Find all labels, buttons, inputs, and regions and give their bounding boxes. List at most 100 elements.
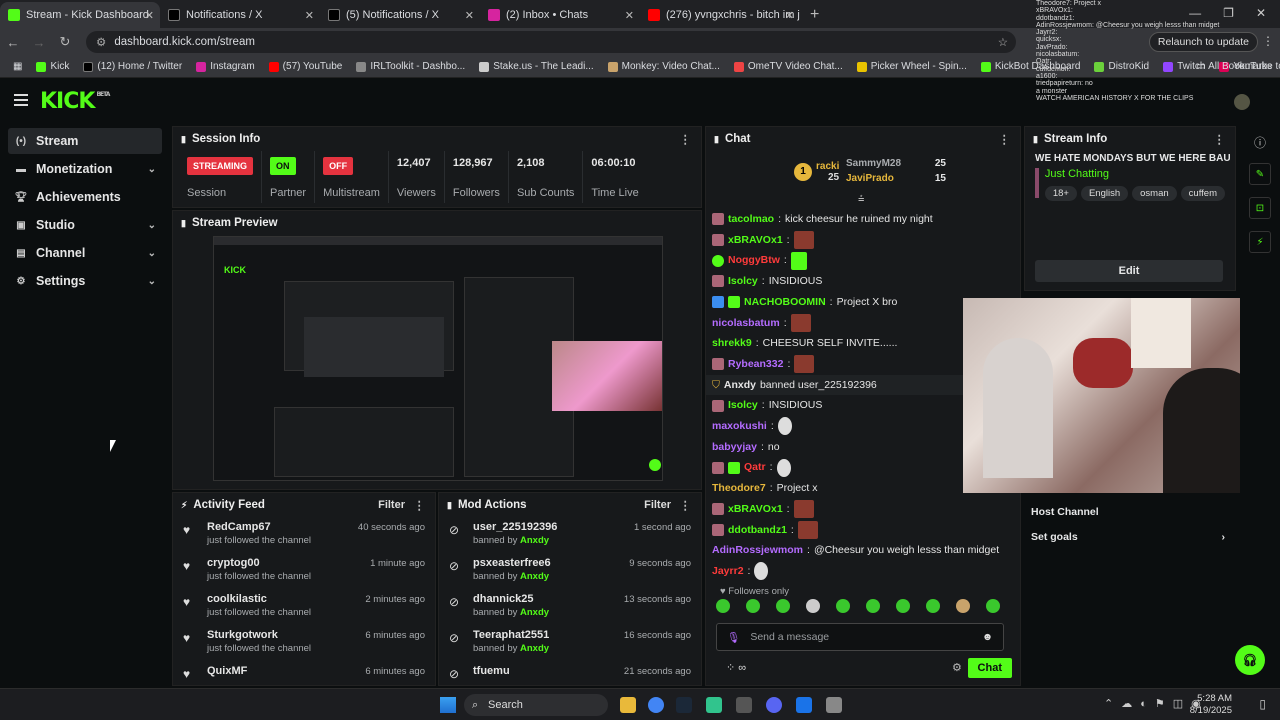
- back-icon[interactable]: ←: [0, 35, 26, 50]
- chat-username[interactable]: Jayrr2: [712, 561, 744, 582]
- stream-preview-video[interactable]: KICK: [213, 236, 663, 481]
- close-tab-icon[interactable]: ✕: [625, 9, 634, 22]
- chat-username[interactable]: AdinRossjewmom: [712, 540, 803, 561]
- leaderboard-top[interactable]: racki 25: [816, 161, 839, 183]
- emote-icon[interactable]: [926, 599, 940, 613]
- close-tab-icon[interactable]: ✕: [785, 9, 794, 22]
- settings-icon[interactable]: [826, 697, 842, 713]
- chat-username[interactable]: Isolcy: [728, 271, 758, 292]
- chat-username[interactable]: NACHOBOOMIN: [744, 292, 826, 313]
- sidebar-item-stream[interactable]: (•) Stream: [8, 128, 162, 154]
- activity-username[interactable]: RedCamp67: [207, 521, 311, 533]
- bookmark-irltoolkit[interactable]: IRLToolkit - Dashbo...: [349, 61, 472, 72]
- tab-youtube[interactable]: (276) yvngxchris - bitch im joe ✕: [640, 2, 800, 28]
- sidebar-item-channel[interactable]: ▤ Channel ⌄: [8, 240, 162, 266]
- sidebar-item-studio[interactable]: ▣ Studio ⌄: [8, 212, 162, 238]
- target-icon[interactable]: ⊡: [1249, 197, 1271, 219]
- taskbar-clock[interactable]: 5:28 AM 8/19/2025: [1190, 693, 1232, 717]
- tag[interactable]: osman: [1132, 186, 1177, 201]
- emote-icon[interactable]: [836, 599, 850, 613]
- emote-icon[interactable]: [776, 599, 790, 613]
- chat-settings-icon[interactable]: ⚙: [952, 661, 962, 674]
- lightning-icon[interactable]: ⚡︎: [1249, 231, 1271, 253]
- support-headset-icon[interactable]: 🎧︎: [1235, 645, 1265, 675]
- close-tab-icon[interactable]: ✕: [465, 9, 474, 22]
- more-options-icon[interactable]: ⋮: [1214, 132, 1226, 146]
- banned-username[interactable]: Teeraphat2551: [473, 629, 549, 641]
- bookmark-monkey[interactable]: Monkey: Video Chat...: [601, 61, 727, 72]
- app-icon[interactable]: [796, 697, 812, 713]
- tab-notifications-x[interactable]: Notifications / X ✕: [160, 2, 320, 28]
- app-icon[interactable]: [736, 697, 752, 713]
- discord-icon[interactable]: [766, 697, 782, 713]
- banned-username[interactable]: psxeasterfree6: [473, 557, 551, 569]
- chat-username[interactable]: shrekk9: [712, 333, 752, 354]
- bookmark-pickerwheel[interactable]: Picker Wheel - Spin...: [850, 61, 974, 72]
- info-icon[interactable]: ⓘ: [1240, 134, 1280, 151]
- chat-username[interactable]: nicolasbatum: [712, 313, 780, 334]
- chat-username[interactable]: NoggyBtw: [728, 250, 780, 271]
- close-tab-icon[interactable]: ✕: [145, 9, 154, 22]
- chat-username[interactable]: Rybean332: [728, 354, 783, 375]
- emote-icon[interactable]: [806, 599, 820, 613]
- activity-username[interactable]: Sturkgotwork: [207, 629, 311, 641]
- emoji-picker-icon[interactable]: ☻: [982, 631, 993, 643]
- chat-users-icon[interactable]: ⁘ ∞: [726, 661, 746, 674]
- chat-message-input[interactable]: 🎙︎ Send a message ☻: [716, 623, 1004, 651]
- emote-icon[interactable]: [956, 599, 970, 613]
- banned-username[interactable]: dhannick25: [473, 593, 549, 605]
- bookmark-youtube[interactable]: (57) YouTube: [262, 61, 350, 72]
- sidebar-item-monetization[interactable]: ▬ Monetization ⌄: [8, 156, 162, 182]
- taskbar-search[interactable]: ⌕ Search: [464, 694, 608, 716]
- bookmark-kick[interactable]: Kick: [29, 61, 76, 72]
- emote-icon[interactable]: [716, 599, 730, 613]
- kick-logo[interactable]: KICK BETA: [40, 89, 110, 114]
- tab-kick-dashboard[interactable]: Stream - Kick Dashboard ✕: [0, 2, 160, 28]
- chat-username[interactable]: Theodore7: [712, 478, 766, 499]
- close-window-icon[interactable]: ✕: [1256, 6, 1266, 20]
- file-explorer-icon[interactable]: [620, 697, 636, 713]
- leader-name[interactable]: JaviPrado: [846, 173, 894, 184]
- banned-username[interactable]: tfuemu: [473, 665, 510, 677]
- reload-icon[interactable]: ↻: [52, 34, 78, 50]
- bookmark-instagram[interactable]: Instagram: [189, 61, 261, 72]
- chat-username[interactable]: Anxdy: [724, 375, 756, 396]
- bookmark-stake[interactable]: Stake.us - The Leadi...: [472, 61, 600, 72]
- mod-filter-button[interactable]: Filter: [644, 499, 671, 511]
- chat-username[interactable]: xBRAVOx1: [728, 230, 783, 251]
- host-channel-button[interactable]: Host Channel: [1031, 506, 1099, 518]
- edit-icon[interactable]: ✎: [1249, 163, 1271, 185]
- site-info-icon[interactable]: ⚙: [96, 35, 106, 49]
- more-options-icon[interactable]: ⋮: [680, 132, 692, 146]
- tab-notifications-x-2[interactable]: (5) Notifications / X ✕: [320, 2, 480, 28]
- banned-username[interactable]: user_225192396: [473, 521, 557, 533]
- emote-icon[interactable]: [986, 599, 1000, 613]
- activity-username[interactable]: coolkilastic: [207, 593, 311, 605]
- app-icon[interactable]: [706, 697, 722, 713]
- windows-start-icon[interactable]: [440, 697, 456, 713]
- hamburger-menu-icon[interactable]: [14, 94, 28, 106]
- chrome-icon[interactable]: [648, 697, 664, 713]
- browser-menu-icon[interactable]: ⋮: [1262, 34, 1274, 48]
- chat-username[interactable]: babyyjay: [712, 437, 757, 458]
- bookmark-star-icon[interactable]: ☆: [998, 35, 1008, 49]
- tag[interactable]: cuffem: [1180, 186, 1225, 201]
- user-avatar[interactable]: [1234, 94, 1250, 110]
- more-options-icon[interactable]: ⋮: [999, 132, 1011, 146]
- chat-username[interactable]: Isolcy: [728, 395, 758, 416]
- tag[interactable]: 18+: [1044, 186, 1077, 201]
- send-chat-button[interactable]: Chat: [967, 658, 1012, 678]
- pinned-collapse-icon[interactable]: ⩮: [858, 193, 864, 206]
- chat-username[interactable]: tacolmao: [728, 209, 774, 230]
- notifications-icon[interactable]: ▯: [1259, 697, 1266, 711]
- activity-username[interactable]: QuixMF: [207, 665, 247, 677]
- chat-username[interactable]: xBRAVOx1: [728, 499, 783, 520]
- chat-username[interactable]: maxokushi: [712, 416, 767, 437]
- leader-name[interactable]: SammyM28: [846, 158, 901, 169]
- sidebar-item-settings[interactable]: ⚙ Settings ⌄: [8, 268, 162, 294]
- url-input[interactable]: ⚙ dashboard.kick.com/stream ☆: [86, 31, 1016, 53]
- chat-username[interactable]: ddotbandz1: [728, 520, 787, 541]
- chat-username[interactable]: Qatr: [744, 457, 766, 478]
- forward-icon[interactable]: →: [26, 35, 52, 50]
- tag[interactable]: English: [1080, 186, 1129, 201]
